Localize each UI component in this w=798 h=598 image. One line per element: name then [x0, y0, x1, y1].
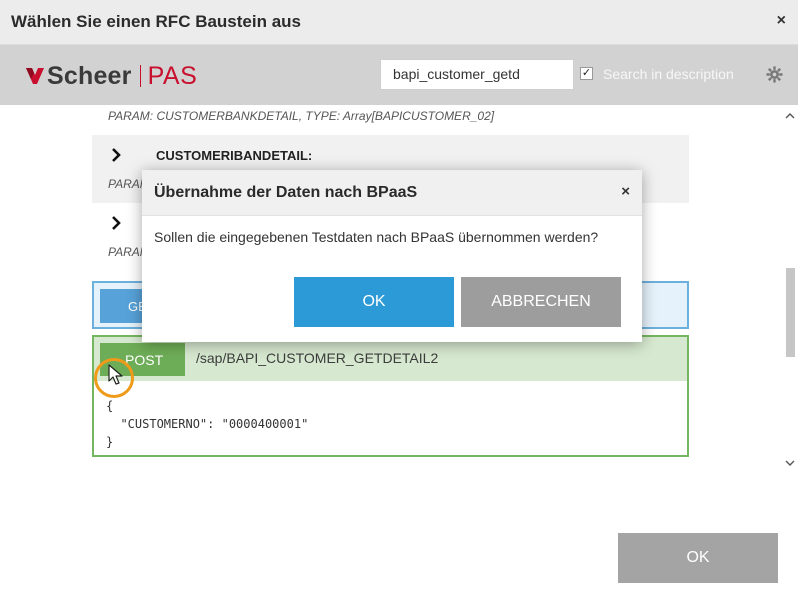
scroll-up-icon[interactable]	[784, 110, 796, 122]
confirm-transfer-modal: Übernahme der Daten nach BPaaS × Sollen …	[142, 170, 642, 342]
scheer-logo-mark-icon	[26, 68, 44, 84]
scheer-pas-logo: Scheer PAS	[25, 62, 197, 90]
dialog-ok-button[interactable]: OK	[618, 533, 778, 583]
code-close-brace: }	[106, 435, 114, 449]
rfc-dialog-window: Wählen Sie einen RFC Baustein aus × Sche…	[0, 0, 798, 598]
chevron-right-icon[interactable]	[109, 148, 123, 162]
ibandetail-title: CUSTOMERIBANDETAIL:	[156, 148, 313, 163]
modal-header: Übernahme der Daten nach BPaaS ×	[142, 170, 642, 216]
app-header: Scheer PAS bapi_customer_getd ✓ Search i…	[0, 45, 798, 105]
search-description-label: Search in description	[603, 66, 734, 82]
logo-divider	[139, 65, 141, 87]
modal-ok-button[interactable]: OK	[294, 277, 454, 327]
gear-icon[interactable]	[766, 66, 783, 83]
code-customerno-line: "CUSTOMERNO": "0000400001"	[106, 417, 309, 431]
scroll-down-icon[interactable]	[784, 457, 796, 469]
search-input[interactable]: bapi_customer_getd	[380, 59, 574, 90]
chevron-right-icon[interactable]	[109, 216, 123, 230]
scrollbar-thumb[interactable]	[786, 268, 795, 357]
modal-close-icon[interactable]: ×	[621, 183, 630, 200]
post-method-row[interactable]: POST /sap/BAPI_CUSTOMER_GETDETAIL2 { "CU…	[92, 335, 689, 457]
code-open-brace: {	[106, 399, 114, 413]
request-body-code: { "CUSTOMERNO": "0000400001" }	[106, 397, 308, 451]
modal-cancel-button[interactable]: ABBRECHEN	[461, 277, 621, 327]
param-bankdetail: PARAM: CUSTOMERBANKDETAIL, TYPE: Array[B…	[108, 109, 495, 123]
post-method-path: /sap/BAPI_CUSTOMER_GETDETAIL2	[196, 350, 439, 366]
mouse-pointer-icon	[108, 364, 123, 385]
post-method-header[interactable]: POST /sap/BAPI_CUSTOMER_GETDETAIL2	[94, 337, 687, 381]
logo-text-scheer: Scheer	[47, 61, 132, 90]
modal-message: Sollen die eingegebenen Testdaten nach B…	[154, 229, 599, 245]
logo-text-pas: PAS	[147, 61, 198, 90]
window-title: Wählen Sie einen RFC Baustein aus	[11, 12, 302, 31]
close-icon[interactable]: ×	[777, 12, 786, 30]
search-description-checkbox[interactable]: ✓	[580, 67, 593, 80]
modal-title: Übernahme der Daten nach BPaaS	[154, 184, 418, 201]
title-bar: Wählen Sie einen RFC Baustein aus ×	[0, 0, 798, 45]
